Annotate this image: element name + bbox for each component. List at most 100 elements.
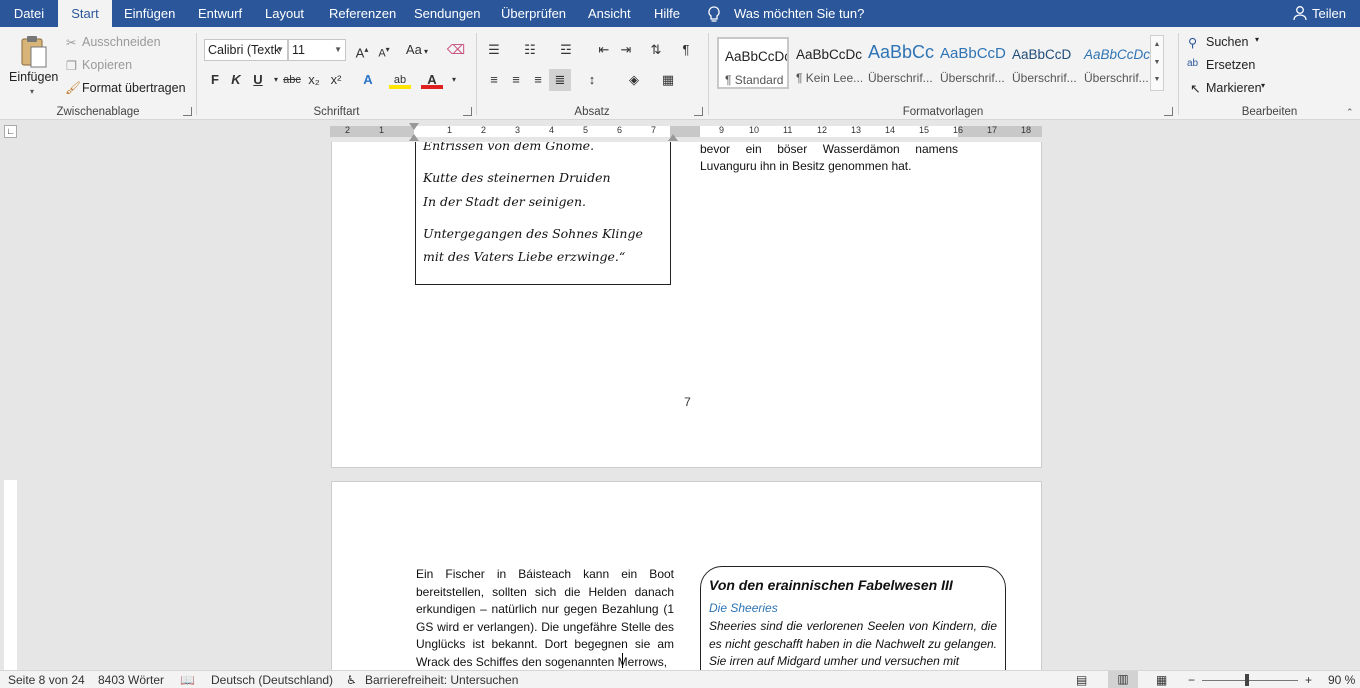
- chevron-down-icon[interactable]: ▾: [1261, 81, 1265, 90]
- find-button[interactable]: Suchen: [1206, 35, 1248, 49]
- tab-sendungen[interactable]: Sendungen: [414, 0, 481, 27]
- clipboard-group: Einfügen ▾ ✂ Ausschneiden ❐ Kopieren 🖌 F…: [0, 27, 196, 120]
- tab-layout[interactable]: Layout: [265, 0, 304, 27]
- accessibility-icon: ♿: [346, 673, 357, 687]
- tab-referenzen[interactable]: Referenzen: [329, 0, 396, 27]
- align-left-icon[interactable]: ≡: [483, 69, 505, 91]
- grow-font-icon[interactable]: A▴: [351, 39, 373, 61]
- style-heading-4[interactable]: AaBbCcDc Überschrif...: [1078, 37, 1150, 89]
- language[interactable]: Deutsch (Deutschland): [211, 673, 333, 687]
- read-mode-icon[interactable]: ▤: [1076, 673, 1087, 687]
- proofing-icon[interactable]: 📖: [180, 673, 195, 687]
- style-heading-1[interactable]: AaBbCc Überschrif...: [862, 37, 934, 89]
- tab-ueberpruefen[interactable]: Überprüfen: [501, 0, 566, 27]
- subscript-button[interactable]: x₂: [303, 69, 325, 91]
- zoom-level[interactable]: 90 %: [1328, 673, 1355, 687]
- decrease-indent-icon[interactable]: ⇤: [593, 39, 615, 61]
- vertical-ruler[interactable]: [4, 480, 17, 670]
- text-effects-icon[interactable]: A: [357, 69, 379, 91]
- zoom-out-button[interactable]: −: [1188, 673, 1195, 687]
- print-layout-icon[interactable]: ▥: [1108, 671, 1138, 688]
- italic-button[interactable]: K: [225, 69, 247, 91]
- format-painter-button[interactable]: Format übertragen: [82, 81, 186, 95]
- align-center-icon[interactable]: ≡: [505, 69, 527, 91]
- paste-label: Einfügen: [9, 70, 59, 84]
- tab-entwurf[interactable]: Entwurf: [198, 0, 242, 27]
- line-spacing-icon[interactable]: ↕: [581, 69, 603, 91]
- paragraph-launcher-icon[interactable]: [694, 107, 703, 116]
- sort-icon[interactable]: ⇅: [645, 39, 667, 61]
- poem-line: Entrissen von dem Gnome.: [423, 142, 595, 153]
- replace-icon: ab: [1187, 58, 1199, 69]
- paste-dropdown-icon[interactable]: ▾: [30, 87, 34, 96]
- justify-icon[interactable]: ≣: [549, 69, 571, 91]
- document-canvas[interactable]: Entrissen von dem Gnome. Kutte des stein…: [0, 142, 1360, 670]
- first-line-indent-marker[interactable]: [409, 123, 419, 130]
- cut-button[interactable]: Ausschneiden: [82, 35, 161, 49]
- highlight-icon[interactable]: ab: [389, 69, 411, 89]
- page-count[interactable]: Seite 8 von 24: [8, 673, 85, 687]
- hanging-indent-marker[interactable]: [409, 134, 419, 141]
- word-count[interactable]: 8403 Wörter: [98, 673, 164, 687]
- tab-ansicht[interactable]: Ansicht: [588, 0, 631, 27]
- info-box: Von den erainnischen Fabelwesen III Die …: [700, 566, 1006, 670]
- styles-gallery-scroll[interactable]: ▲ ▼ ▼: [1150, 35, 1164, 91]
- gallery-more-icon[interactable]: ▼: [1151, 72, 1163, 88]
- strikethrough-button[interactable]: abc: [281, 69, 303, 91]
- clear-formatting-icon[interactable]: ⌫: [445, 39, 467, 61]
- font-size-select[interactable]: 11 ▼: [288, 39, 346, 61]
- web-layout-icon[interactable]: ▦: [1156, 673, 1167, 687]
- page-8[interactable]: Ein Fischer in Báisteach kann ein Boot b…: [331, 481, 1042, 670]
- tab-hilfe[interactable]: Hilfe: [654, 0, 680, 27]
- copy-button[interactable]: Kopieren: [82, 58, 132, 72]
- bullets-icon[interactable]: ☰: [483, 39, 505, 61]
- font-name-select[interactable]: Calibri (Textk ▼: [204, 39, 288, 61]
- numbering-icon[interactable]: ☷: [519, 39, 541, 61]
- select-button[interactable]: Markieren: [1206, 81, 1262, 95]
- page-7[interactable]: Entrissen von dem Gnome. Kutte des stein…: [331, 142, 1042, 468]
- shading-icon[interactable]: ◈: [623, 69, 645, 91]
- accessibility-check[interactable]: Barrierefreiheit: Untersuchen: [365, 673, 518, 687]
- chevron-down-icon[interactable]: ▾: [443, 69, 465, 91]
- zoom-slider-thumb[interactable]: [1245, 674, 1249, 686]
- ruler-tick-label: 14: [885, 125, 896, 135]
- increase-indent-icon[interactable]: ⇥: [615, 39, 637, 61]
- bold-button[interactable]: F: [204, 69, 226, 91]
- tab-einfuegen[interactable]: Einfügen: [124, 0, 175, 27]
- paste-button[interactable]: Einfügen ▾: [8, 33, 58, 103]
- replace-button[interactable]: Ersetzen: [1206, 58, 1255, 72]
- multilevel-list-icon[interactable]: ☲: [555, 39, 577, 61]
- change-case-button[interactable]: Aa ▾: [401, 39, 433, 61]
- collapse-ribbon-icon[interactable]: ⌃: [1346, 107, 1354, 118]
- font-launcher-icon[interactable]: [463, 107, 472, 116]
- menu-bar: Datei Start Einfügen Entwurf Layout Refe…: [0, 0, 1360, 27]
- zoom-in-button[interactable]: +: [1305, 673, 1312, 687]
- pilcrow-icon[interactable]: ¶: [675, 39, 697, 61]
- ruler-left-margin: [330, 126, 414, 137]
- style-kein-leerraum[interactable]: AaBbCcDc ¶ Kein Lee...: [790, 37, 862, 89]
- cut-icon: ✂: [66, 36, 77, 50]
- style-heading-3[interactable]: AaBbCcD Überschrif...: [1006, 37, 1078, 89]
- styles-launcher-icon[interactable]: [1164, 107, 1173, 116]
- tab-datei[interactable]: Datei: [0, 0, 58, 27]
- ruler-bar[interactable]: [330, 126, 1042, 137]
- tab-start[interactable]: Start: [58, 0, 112, 27]
- align-right-icon[interactable]: ≡: [527, 69, 549, 91]
- chevron-down-icon[interactable]: ▾: [1255, 35, 1259, 44]
- clipboard-launcher-icon[interactable]: [183, 107, 192, 116]
- right-indent-marker[interactable]: [668, 134, 678, 141]
- superscript-button[interactable]: x²: [325, 69, 347, 91]
- poem-box: Entrissen von dem Gnome. Kutte des stein…: [415, 142, 671, 285]
- scroll-up-icon[interactable]: ▲: [1151, 36, 1163, 54]
- style-name: Überschrif...: [1084, 71, 1149, 85]
- body-paragraph: Ein Fischer in Báisteach kann ein Boot b…: [416, 567, 674, 669]
- shrink-font-icon[interactable]: A▾: [373, 39, 395, 61]
- borders-icon[interactable]: ▦: [657, 69, 679, 91]
- font-color-icon[interactable]: A: [421, 69, 443, 89]
- style-heading-2[interactable]: AaBbCcD Überschrif...: [934, 37, 1006, 89]
- ruler-tick-label: 1: [379, 125, 385, 135]
- tab-selector[interactable]: ∟: [4, 125, 17, 138]
- style-standard[interactable]: AaBbCcDc ¶ Standard: [717, 37, 789, 89]
- scroll-down-icon[interactable]: ▼: [1151, 54, 1163, 72]
- zoom-slider-track[interactable]: [1202, 680, 1298, 681]
